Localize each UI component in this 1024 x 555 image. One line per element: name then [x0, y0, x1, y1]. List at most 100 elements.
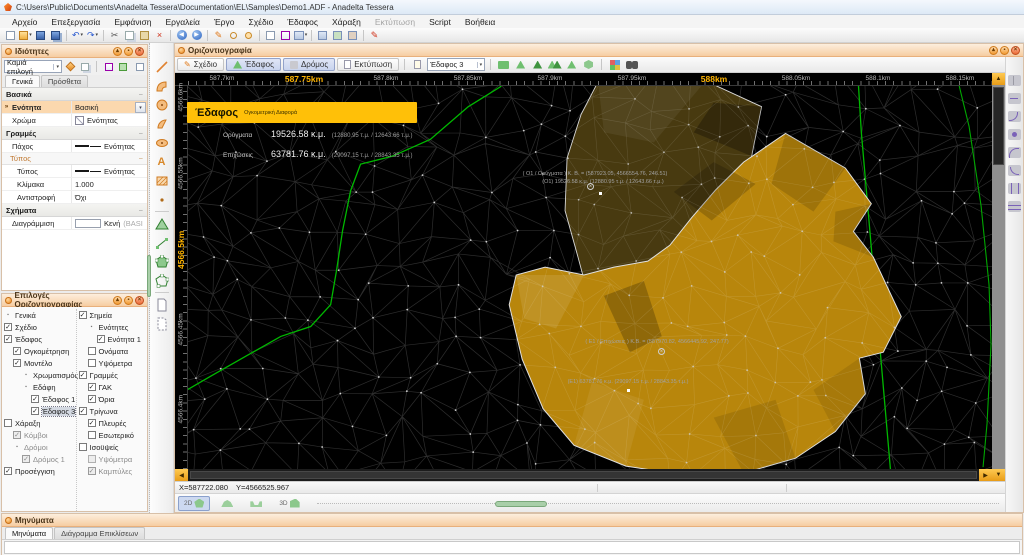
nav-forward-icon[interactable]: ▶: [189, 29, 204, 42]
tree-drawing[interactable]: Σχέδιο: [4, 321, 76, 333]
panel-collapse-button[interactable]: ▴: [113, 295, 122, 305]
zoom-region-icon[interactable]: [241, 29, 256, 42]
tree-nodes[interactable]: Κόμβοι: [4, 429, 76, 441]
tree-general[interactable]: Γενικά: [4, 309, 76, 321]
grid-view-icon[interactable]: [103, 61, 114, 72]
prop-row-section[interactable]: Ενότητα Βασική ▾: [2, 101, 147, 114]
window-tile-3-icon[interactable]: [345, 29, 360, 42]
tab-additional[interactable]: Πρόσθετα: [40, 75, 89, 87]
sheet-dashed-icon[interactable]: [153, 315, 171, 332]
terrain-region-icon[interactable]: [153, 253, 171, 270]
selection-combo[interactable]: Καμιά επιλογή ▾: [4, 58, 62, 76]
menu-terrain[interactable]: Έδαφος: [280, 17, 325, 27]
circle-tool-icon[interactable]: [153, 96, 171, 113]
terrain-line-icon[interactable]: [153, 234, 171, 251]
tree-approach[interactable]: Προσέγγιση: [4, 465, 76, 477]
nav-back-icon[interactable]: ◀: [174, 29, 189, 42]
menu-script[interactable]: Script: [422, 17, 458, 27]
window-tile-1-icon[interactable]: [315, 29, 330, 42]
tab-general[interactable]: Γενικά: [5, 75, 40, 87]
tree-coloring[interactable]: Χρωματισμός: [4, 369, 78, 381]
tree-terrain-3[interactable]: Έδαφος 3: [4, 405, 77, 417]
panel-close-button[interactable]: ×: [135, 295, 144, 305]
pie-tool-icon[interactable]: [153, 115, 171, 132]
tree-names[interactable]: Ονόματα: [79, 345, 148, 357]
hatch-tool-icon[interactable]: [153, 172, 171, 189]
save-icon[interactable]: [33, 29, 48, 42]
view-profile-button[interactable]: [215, 496, 239, 511]
tree-volumetry[interactable]: Ογκομέτρηση: [4, 345, 76, 357]
properties-panel-header[interactable]: Ιδιότητες ▴ ▪ ×: [2, 45, 147, 58]
tree-road-1[interactable]: Δρόμος 1: [4, 453, 76, 465]
tab-superelevation-diagram[interactable]: Διάγραμμα Επικλίσεων: [54, 527, 146, 539]
paste-icon[interactable]: [137, 29, 152, 42]
scroll-right-icon[interactable]: ▶: [979, 469, 992, 481]
scroll-down-icon[interactable]: ▼: [992, 469, 1005, 481]
menu-help[interactable]: Βοήθεια: [458, 17, 502, 27]
panel-close-button[interactable]: ×: [1011, 45, 1020, 55]
export-table-icon[interactable]: [117, 61, 128, 72]
bottom-splitter-handle[interactable]: [495, 501, 547, 507]
panel-collapse-button[interactable]: ▴: [989, 45, 998, 55]
road-straight-icon[interactable]: [1008, 75, 1021, 86]
ellipse-tool-icon[interactable]: [153, 134, 171, 151]
edit-properties-icon[interactable]: [134, 61, 145, 72]
menu-edit[interactable]: Επεξεργασία: [44, 17, 107, 27]
view-2d-button[interactable]: 2D: [178, 495, 211, 511]
section-shapes[interactable]: Σχήματα −: [2, 204, 147, 217]
terrain-boundary-icon[interactable]: [153, 272, 171, 289]
vertical-scroll-thumb[interactable]: [993, 87, 1004, 165]
line-tool-icon[interactable]: [153, 58, 171, 75]
tree-boundaries[interactable]: Όρια: [79, 393, 148, 405]
color-scale-icon[interactable]: [607, 58, 622, 72]
prop-row-invert[interactable]: Αντιστροφή Όχι: [2, 191, 147, 204]
redo-icon[interactable]: ↷ ▾: [85, 29, 100, 42]
plan-view-header[interactable]: Οριζοντιογραφία ▴ ▪ ×: [175, 44, 1023, 57]
delete-icon[interactable]: ×: [152, 29, 167, 42]
tree-model[interactable]: Μοντέλο: [4, 357, 76, 369]
tree-contour-elevations[interactable]: Υψόμετρα: [79, 453, 148, 465]
save-all-icon[interactable]: [48, 29, 63, 42]
cut-icon[interactable]: ✂: [107, 29, 122, 42]
terrain-cut-icon[interactable]: [564, 58, 579, 72]
horizontal-scrollbar[interactable]: ◀ ▶: [175, 469, 992, 481]
terrain-select-combo[interactable]: Έδαφος 3 ▾: [427, 58, 486, 71]
panel-pin-button[interactable]: ▪: [124, 295, 133, 305]
plan-options-header[interactable]: Επιλογές Οριζοντιογραφίας ▴ ▪ ×: [2, 291, 147, 309]
tree-points[interactable]: Σημεία: [78, 309, 148, 321]
edit-pencil-icon[interactable]: ✎: [211, 29, 226, 42]
zoom-search-icon[interactable]: [226, 29, 241, 42]
section-lines[interactable]: Γραμμές −: [2, 127, 147, 140]
map-canvas[interactable]: 587.7km 587.75km 587.8km 587.85km 587.9k…: [175, 73, 1005, 481]
prop-row-color[interactable]: Χρώμα Ενότητας: [2, 114, 147, 127]
menu-alignment[interactable]: Χάραξη: [325, 17, 368, 27]
dropdown-icon[interactable]: ▾: [135, 101, 146, 113]
road-edge-icon[interactable]: [1008, 93, 1021, 104]
view-cross-section-button[interactable]: [244, 496, 268, 511]
tree-terrain-1[interactable]: Έδαφος 1: [4, 393, 76, 405]
tree-elevations[interactable]: Υψόμετρα: [79, 357, 148, 369]
panel-pin-button[interactable]: ▪: [124, 46, 133, 56]
terrain-show-icon[interactable]: [530, 58, 545, 72]
menu-project[interactable]: Έργο: [207, 17, 241, 27]
prop-row-thickness[interactable]: Πάχος Ενότητας: [2, 140, 147, 153]
messages-header[interactable]: Μηνύματα: [2, 514, 1022, 527]
panel-close-button[interactable]: ×: [135, 46, 144, 56]
open-file-icon[interactable]: ▾: [18, 29, 33, 42]
view-3d-button[interactable]: 3D: [273, 496, 305, 511]
new-document-icon[interactable]: [3, 29, 18, 42]
layout-columns-icon[interactable]: ▾: [293, 29, 308, 42]
tab-terrain[interactable]: Έδαφος: [226, 58, 281, 71]
tab-print[interactable]: Εκτύπωση: [337, 58, 400, 71]
panel-splitter-handle[interactable]: [147, 255, 151, 297]
road-turn-icon[interactable]: [1008, 147, 1021, 158]
tree-gak[interactable]: ΓΑΚ: [79, 381, 148, 393]
menu-view[interactable]: Εμφάνιση: [107, 17, 158, 27]
terrain-merge-icon[interactable]: [547, 58, 562, 72]
annotate-pencil-icon[interactable]: ✎: [367, 29, 382, 42]
sheet-icon[interactable]: [153, 296, 171, 313]
triangle-terrain-icon[interactable]: [153, 215, 171, 232]
terrain-prism-icon[interactable]: [581, 58, 596, 72]
road-lanes-icon[interactable]: [1008, 183, 1021, 194]
tree-alignment[interactable]: Χάραξη: [4, 417, 76, 429]
